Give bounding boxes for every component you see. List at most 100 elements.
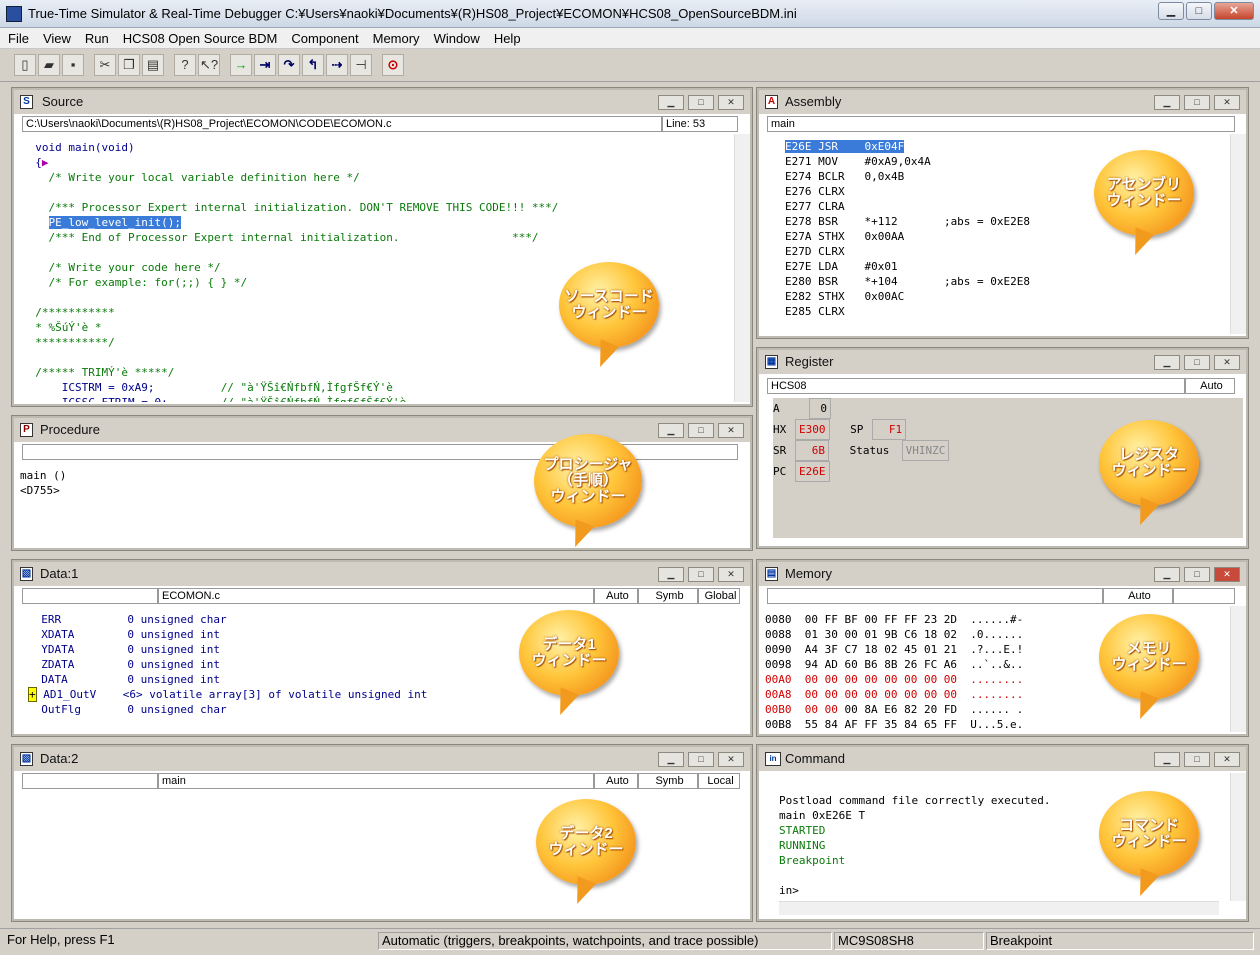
cut-icon[interactable]: ✂ — [94, 54, 116, 76]
restore-icon[interactable]: □ — [688, 752, 714, 767]
register-window: ▦ Register ▁ □ ✕ HCS08 Auto A 0 HX E300 SP F1… — [756, 347, 1249, 549]
close-icon[interactable]: ✕ — [1214, 95, 1240, 110]
minimize-button[interactable]: ▁ — [1158, 2, 1184, 20]
minimize-icon[interactable]: ▁ — [658, 423, 684, 438]
restore-icon[interactable]: □ — [1184, 355, 1210, 370]
open-folder-icon[interactable]: ▰ — [38, 54, 60, 76]
menu-view[interactable]: View — [35, 28, 77, 48]
restore-icon[interactable]: □ — [1184, 95, 1210, 110]
register-a-label: A — [773, 402, 780, 415]
minimize-icon[interactable]: ▁ — [1154, 355, 1180, 370]
minimize-icon[interactable]: ▁ — [1154, 95, 1180, 110]
step-over-icon[interactable]: ↷ — [278, 54, 300, 76]
command-prompt[interactable]: in> — [779, 884, 799, 897]
register-callout: レジスタ ウィンドー — [1099, 420, 1199, 506]
close-icon[interactable]: ✕ — [718, 567, 744, 582]
command-hscrollbar[interactable] — [779, 901, 1219, 915]
data2-mode[interactable]: Auto — [594, 773, 638, 789]
toolbar: ▯ ▰ ▪ ✂ ❐ ▤ ? ↖? → ⇥ ↷ ↰ ⇢ ⊣ ⊙ — [0, 49, 1260, 82]
procedure-item[interactable]: <D755> — [20, 484, 60, 497]
register-status-value[interactable]: VHINZC — [901, 440, 950, 461]
memory-mode[interactable]: Auto — [1103, 588, 1173, 604]
close-button[interactable]: ✕ — [1214, 2, 1254, 20]
context-help-icon[interactable]: ↖? — [198, 54, 220, 76]
memory-scrollbar[interactable] — [1230, 606, 1246, 732]
minimize-icon[interactable]: ▁ — [658, 567, 684, 582]
new-file-icon[interactable]: ▯ — [14, 54, 36, 76]
data1-scope[interactable]: Global — [698, 588, 740, 604]
minimize-icon[interactable]: ▁ — [1154, 567, 1180, 582]
register-icon: ▦ — [765, 355, 778, 369]
memory-callout: メモリ ウィンドー — [1099, 614, 1199, 700]
register-mode[interactable]: Auto — [1185, 378, 1235, 394]
procedure-list[interactable]: main () <D755> — [20, 468, 66, 498]
close-icon[interactable]: ✕ — [718, 423, 744, 438]
menu-file[interactable]: File — [0, 28, 35, 48]
procedure-title: Procedure — [40, 422, 100, 437]
close-icon[interactable]: ✕ — [718, 752, 744, 767]
assembly-scrollbar[interactable] — [1230, 134, 1246, 334]
command-line: STARTED — [779, 824, 826, 837]
restore-icon[interactable]: □ — [688, 567, 714, 582]
restore-icon[interactable]: □ — [688, 423, 714, 438]
copy-icon[interactable]: ❐ — [118, 54, 140, 76]
command-output[interactable]: Postload command file correctly executed… — [779, 793, 1051, 898]
data1-file: ECOMON.c — [158, 588, 594, 604]
data2-title: Data:2 — [40, 751, 79, 766]
assembly-icon: A — [765, 95, 778, 109]
app-icon — [6, 6, 22, 22]
assembly-step-icon[interactable]: ⇢ — [326, 54, 348, 76]
procedure-callout: プロシージャ （手順） ウィンドー — [534, 434, 642, 528]
command-window: in Command ▁ □ ✕ Postload command file cor… — [756, 744, 1249, 922]
data1-mode[interactable]: Auto — [594, 588, 638, 604]
register-sp-value[interactable]: F1 — [872, 419, 907, 440]
status-state: Breakpoint — [986, 932, 1254, 950]
register-hx-value[interactable]: E300 — [795, 419, 830, 440]
data2-scope[interactable]: Local — [698, 773, 740, 789]
menu-bdm[interactable]: HCS08 Open Source BDM — [115, 28, 284, 48]
maximize-button[interactable]: □ — [1186, 2, 1212, 20]
restore-icon[interactable]: □ — [1184, 752, 1210, 767]
memory-address[interactable] — [767, 588, 1103, 604]
step-out-icon[interactable]: ↰ — [302, 54, 324, 76]
source-path: C:\Users\naoki\Documents\(R)HS08_Project… — [22, 116, 662, 132]
minimize-icon[interactable]: ▁ — [658, 752, 684, 767]
menu-run[interactable]: Run — [77, 28, 115, 48]
register-pc-value[interactable]: E26E — [795, 461, 830, 482]
single-step-icon[interactable]: ⇥ — [254, 54, 276, 76]
data2-format[interactable]: Symb — [638, 773, 698, 789]
close-icon[interactable]: ✕ — [1214, 567, 1240, 582]
start-continue-icon[interactable]: → — [230, 54, 252, 76]
procedure-item[interactable]: main () — [20, 469, 66, 482]
save-icon[interactable]: ▪ — [62, 54, 84, 76]
paste-icon[interactable]: ▤ — [142, 54, 164, 76]
source-title: Source — [42, 94, 84, 109]
data1-format[interactable]: Symb — [638, 588, 698, 604]
menu-help[interactable]: Help — [486, 28, 527, 48]
close-icon[interactable]: ✕ — [718, 95, 744, 110]
register-a-value[interactable]: 0 — [809, 398, 831, 419]
help-icon[interactable]: ? — [174, 54, 196, 76]
minimize-icon[interactable]: ▁ — [1154, 752, 1180, 767]
source-scrollbar[interactable] — [734, 134, 750, 402]
data1-list[interactable]: ERR 0 unsigned char XDATA 0 unsigned int… — [28, 612, 427, 717]
halt-icon[interactable]: ⊣ — [350, 54, 372, 76]
command-line: Postload command file correctly executed… — [779, 794, 1051, 807]
assembly-field: main — [767, 116, 1235, 132]
restore-icon[interactable]: □ — [1184, 567, 1210, 582]
minimize-icon[interactable]: ▁ — [658, 95, 684, 110]
register-sr-value[interactable]: 6B — [795, 440, 829, 461]
close-icon[interactable]: ✕ — [1214, 752, 1240, 767]
command-scrollbar[interactable] — [1230, 773, 1246, 901]
close-icon[interactable]: ✕ — [1214, 355, 1240, 370]
source-icon: S — [20, 95, 33, 109]
menu-window[interactable]: Window — [426, 28, 486, 48]
menu-component[interactable]: Component — [283, 28, 364, 48]
restore-icon[interactable]: □ — [688, 95, 714, 110]
reset-target-icon[interactable]: ⊙ — [382, 54, 404, 76]
memory-window: ▤ Memory ▁ □ ✕ Auto 0080 00 FF BF 00 FF FF… — [756, 559, 1249, 737]
status-chip: MC9S08SH8 — [834, 932, 984, 950]
menu-memory[interactable]: Memory — [365, 28, 426, 48]
register-title: Register — [785, 354, 834, 369]
procedure-window: P Procedure ▁ □ ✕ main () <D755> プロシージャ （手… — [11, 415, 753, 551]
